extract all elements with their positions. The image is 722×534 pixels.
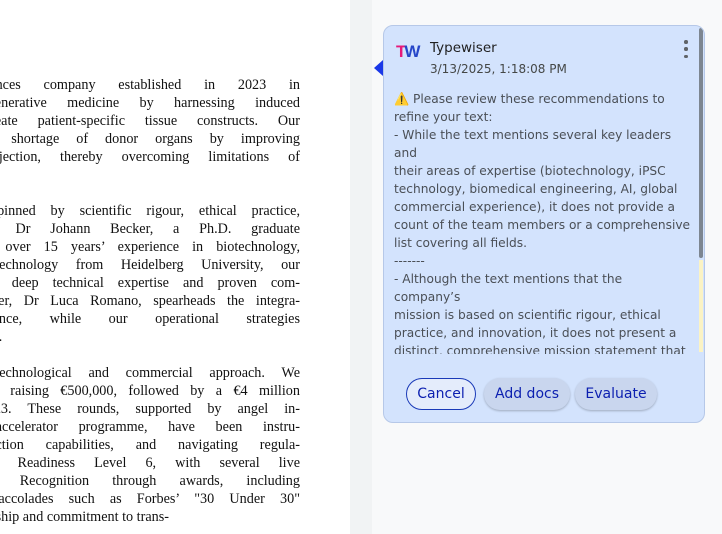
document-line: and innovation. Founded by Dr Johann Bec… xyxy=(0,221,300,237)
comment-body[interactable]: ⚠️ Please review these recommendations t… xyxy=(394,90,692,354)
evaluate-button[interactable]: Evaluate xyxy=(575,378,657,410)
document-line: Investment has fuelled our technological… xyxy=(0,365,300,381)
comment-line: their areas of expertise (biotechnology,… xyxy=(394,164,666,178)
more-vert-icon[interactable] xyxy=(682,40,690,58)
comment-line: mission is based on scientific rigour, e… xyxy=(394,308,661,322)
page-gutter xyxy=(350,0,372,534)
document-line: seed round in December 2023. These round… xyxy=(0,401,300,417)
comment-line: practice, and innovation, it does not pr… xyxy=(394,326,677,340)
comment-line: commercial experience), it does not prov… xyxy=(394,200,675,214)
document-page: Cellbridge is a life sciences company es… xyxy=(0,0,350,534)
scrollbar-thumb[interactable] xyxy=(699,28,703,258)
comment-line: count of the team members or a comprehen… xyxy=(394,218,691,232)
document-line: tory pathways at Technology Readiness Le… xyxy=(0,455,300,471)
document-text: Cellbridge is a life sciences company es… xyxy=(0,76,300,534)
document-line: mission addresses the critical shortage … xyxy=(0,131,300,147)
comment-line: - Although the text mentions that the co… xyxy=(394,272,626,304)
comment-line: list covering all fields. xyxy=(394,236,528,250)
add-docs-button[interactable]: Add docs xyxy=(484,378,570,410)
comment-line: distinct, comprehensive mission statemen… xyxy=(394,344,686,354)
cancel-button[interactable]: Cancel xyxy=(406,378,476,410)
document-line: mental in expanding production capabilit… xyxy=(0,437,300,453)
document-line: pluripotent technology to create patient… xyxy=(0,113,300,129)
document-line: listing, further underscore our leadersh… xyxy=(0,509,169,525)
document-paragraph: Cellbridge is a life sciences company es… xyxy=(0,76,300,184)
logo-letter-w: W xyxy=(404,42,420,61)
comment-line: - While the text mentions several key le… xyxy=(394,128,675,160)
comment-line: refine your text: xyxy=(394,110,493,124)
document-line: leadership team brings together deep tec… xyxy=(0,275,300,291)
document-line: Our foundation is then underpinned by sc… xyxy=(0,203,300,219)
document-line: existing solutions. xyxy=(0,166,300,184)
document-line: mercial vision. Our Chief Officer, Dr Lu… xyxy=(0,293,300,309)
document-line: reflect global commercial experience. xyxy=(0,328,300,346)
comment-line: technology, biomedical engineering, AI, … xyxy=(394,182,678,196)
document-paragraph: Investment has fuelled our technological… xyxy=(0,364,300,526)
comment-timestamp: 3/13/2025, 1:18:08 PM xyxy=(430,62,567,76)
document-line: vestors and a healthcare accelerator pro… xyxy=(0,419,300,435)
document-line: Germany that advanced regenerative medic… xyxy=(0,95,300,111)
document-line: projects for clinical needs. Recognition… xyxy=(0,473,300,489)
scrollbar-track xyxy=(699,260,703,352)
document-line: and a specialist in iPSC technology from… xyxy=(0,257,300,273)
document-line: in biology with research with over 15 ye… xyxy=(0,239,300,255)
warning-line: ⚠️ Please review these recommendations t… xyxy=(394,92,665,106)
document-line: Cellbridge is a life sciences company es… xyxy=(0,77,300,93)
document-line: compatibility and immune rejection, ther… xyxy=(0,149,300,165)
typewiser-logo: TW xyxy=(396,42,420,62)
document-paragraph: Our foundation is then underpinned by sc… xyxy=(0,202,300,346)
document-line: innovation prizes and media accolades su… xyxy=(0,491,300,507)
comment-author: Typewiser xyxy=(430,40,497,56)
comment-scrollbar[interactable] xyxy=(699,28,703,352)
document-line: tion of artificial intelligence, while o… xyxy=(0,311,300,327)
comment-line: ------- xyxy=(394,254,425,268)
comment-card[interactable]: TW Typewiser 3/13/2025, 1:18:08 PM ⚠️ Pl… xyxy=(383,25,705,423)
comment-anchor-pointer xyxy=(374,60,383,76)
document-line: closed our first round in 2023, raising … xyxy=(0,383,300,399)
